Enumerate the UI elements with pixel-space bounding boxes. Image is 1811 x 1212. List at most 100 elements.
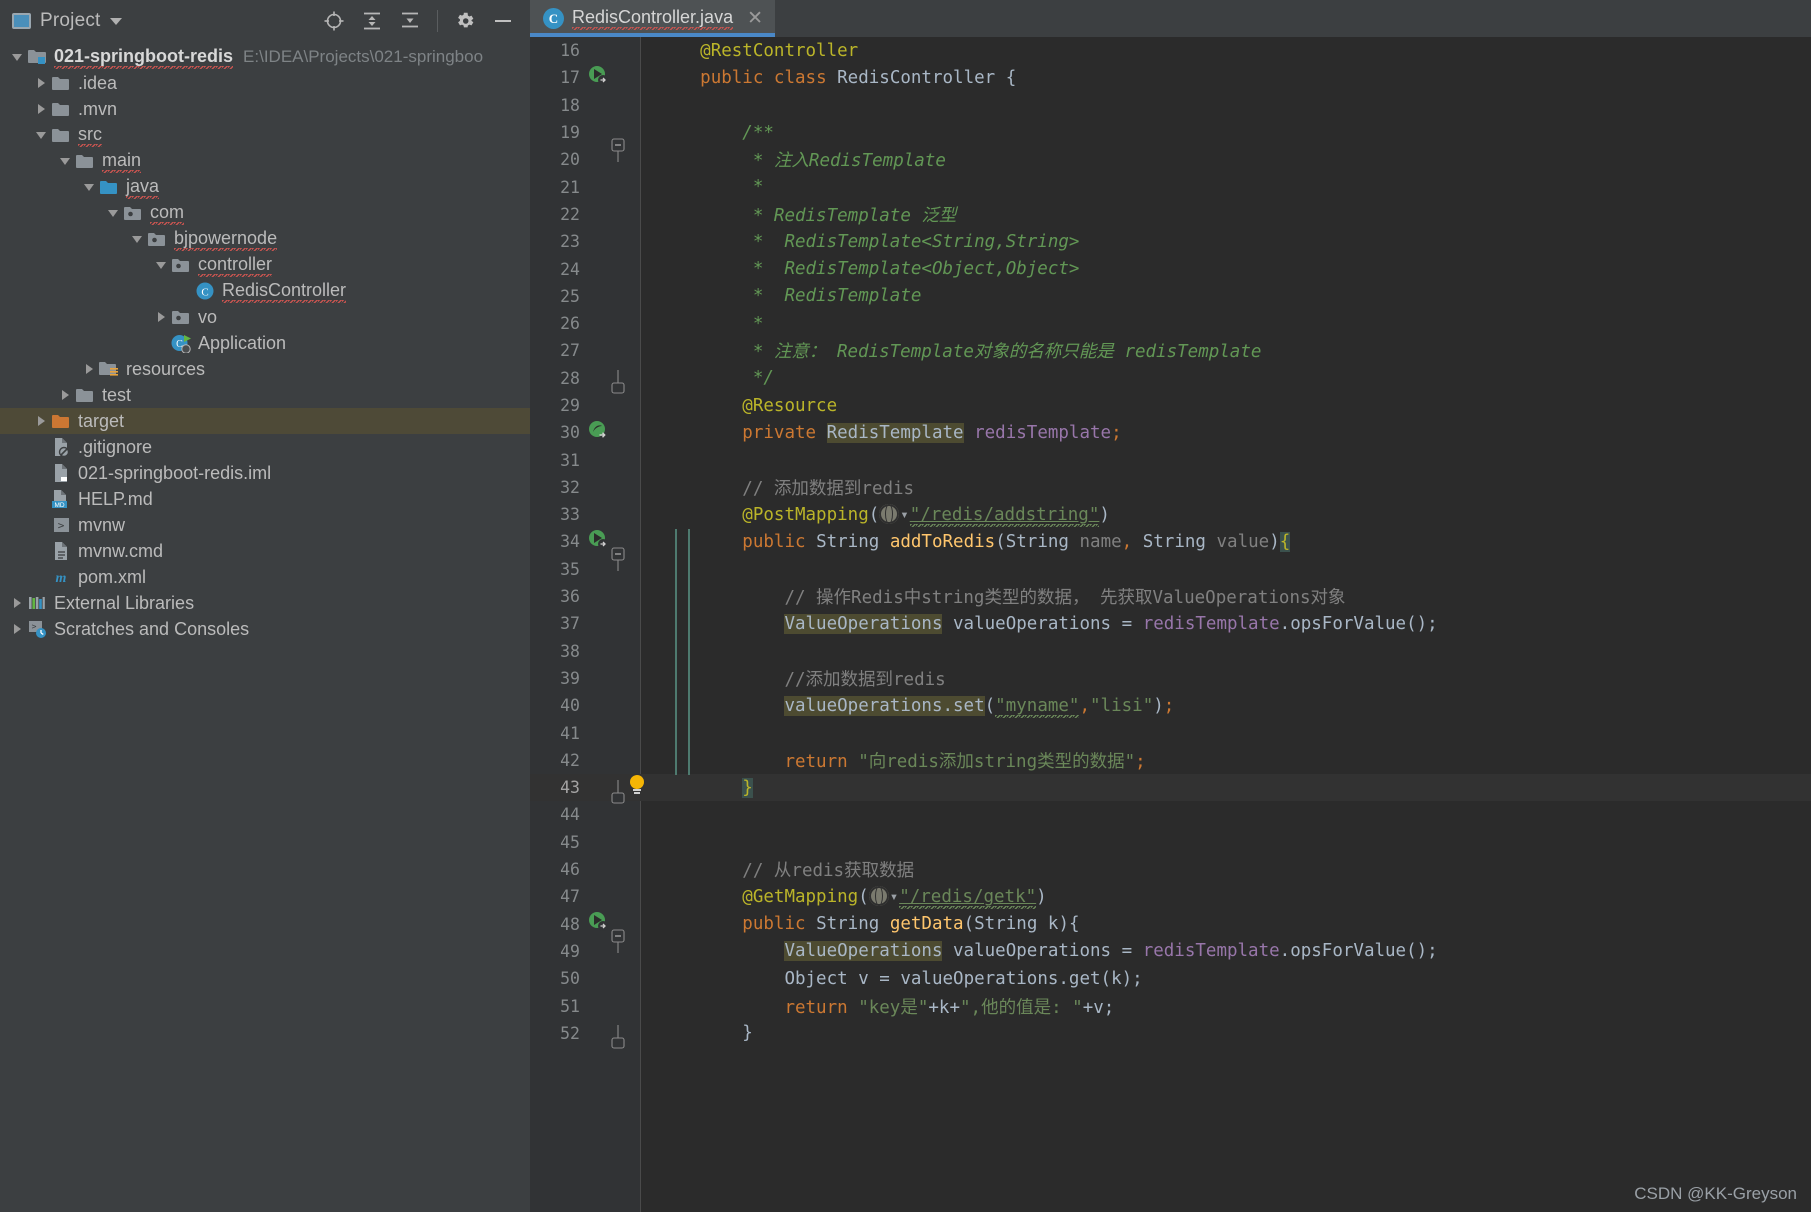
chevron-down-icon[interactable]: [56, 148, 74, 174]
close-icon[interactable]: ✕: [747, 9, 763, 28]
code-text[interactable]: *: [640, 314, 1811, 334]
code-text[interactable]: @GetMapping(▾"/redis/getk"): [640, 886, 1811, 910]
code-line-40[interactable]: 40 valueOperations.set("myname","lisi");: [530, 692, 1811, 719]
tree-item-test[interactable]: test: [0, 382, 530, 408]
tree-item-mvnw[interactable]: > mvnw: [0, 512, 530, 538]
code-viewport[interactable]: 16 @RestController 17 public class RedisC…: [530, 37, 1811, 1212]
project-tree[interactable]: 021-springboot-redis E:\IDEA\Projects\021…: [0, 42, 530, 642]
code-text[interactable]: }: [640, 1023, 1811, 1043]
tree-item-java[interactable]: java: [0, 174, 530, 200]
code-text[interactable]: ValueOperations valueOperations = redisT…: [640, 613, 1811, 634]
chevron-down-icon[interactable]: [128, 226, 146, 252]
code-line-18[interactable]: 18: [530, 92, 1811, 119]
code-text[interactable]: [640, 832, 1811, 852]
code-line-42[interactable]: 42 return "向redis添加string类型的数据";: [530, 747, 1811, 774]
tree-item-target[interactable]: target: [0, 408, 530, 434]
code-line-41[interactable]: 41: [530, 719, 1811, 746]
code-line-16[interactable]: 16 @RestController: [530, 37, 1811, 64]
code-line-23[interactable]: 23 * RedisTemplate<String,String>: [530, 228, 1811, 255]
code-text[interactable]: return "向redis添加string类型的数据";: [640, 748, 1811, 773]
tree-item-pom-xml[interactable]: m pom.xml: [0, 564, 530, 590]
code-content[interactable]: 16 @RestController 17 public class RedisC…: [530, 37, 1811, 1049]
code-line-39[interactable]: 39 //添加数据到redis: [530, 665, 1811, 692]
chevron-right-icon[interactable]: [8, 590, 26, 616]
chevron-down-icon[interactable]: [32, 122, 50, 148]
tree-item-021-springboot-redis-iml[interactable]: 021-springboot-redis.iml: [0, 460, 530, 486]
code-line-27[interactable]: 27 * 注意： RedisTemplate对象的名称只能是 redisTemp…: [530, 337, 1811, 364]
code-text[interactable]: @Resource: [640, 396, 1811, 416]
chevron-right-icon[interactable]: [8, 616, 26, 642]
code-line-47[interactable]: 47 @GetMapping(▾"/redis/getk"): [530, 883, 1811, 910]
spring-bean-gutter-icon[interactable]: [588, 420, 609, 446]
code-line-52[interactable]: 52 }: [530, 1020, 1811, 1049]
code-text[interactable]: * RedisTemplate 泛型: [640, 202, 1811, 227]
code-text[interactable]: /**: [640, 123, 1811, 143]
chevron-right-icon[interactable]: [32, 96, 50, 122]
tree-item-application[interactable]: C Application: [0, 330, 530, 356]
code-text[interactable]: [640, 805, 1811, 825]
code-line-22[interactable]: 22 * RedisTemplate 泛型: [530, 201, 1811, 228]
code-text[interactable]: *: [640, 177, 1811, 197]
tree-item-gitignore[interactable]: .gitignore: [0, 434, 530, 460]
code-text[interactable]: // 添加数据到redis: [640, 475, 1811, 500]
code-text[interactable]: * RedisTemplate: [640, 286, 1811, 306]
tree-item-rediscontroller[interactable]: C RedisController: [0, 278, 530, 304]
code-line-30[interactable]: 30 private RedisTemplate redisTemplate;: [530, 419, 1811, 446]
chevron-right-icon[interactable]: [32, 70, 50, 96]
code-line-51[interactable]: 51 return "key是"+k+",他的值是: "+v;: [530, 992, 1811, 1019]
tree-item-main[interactable]: main: [0, 148, 530, 174]
tree-item-src[interactable]: src: [0, 122, 530, 148]
code-line-45[interactable]: 45: [530, 829, 1811, 856]
code-text[interactable]: * RedisTemplate<String,String>: [640, 232, 1811, 252]
code-line-43[interactable]: 43 }: [530, 774, 1811, 804]
code-line-35[interactable]: 35: [530, 556, 1811, 583]
code-text[interactable]: public String addToRedis(String name, St…: [640, 531, 1811, 552]
code-line-31[interactable]: 31: [530, 446, 1811, 473]
chevron-down-icon[interactable]: [104, 200, 122, 226]
code-text[interactable]: * RedisTemplate<Object,Object>: [640, 259, 1811, 279]
web-endpoint-icon[interactable]: [879, 504, 900, 525]
code-text[interactable]: }: [640, 777, 1811, 798]
code-line-28[interactable]: 28 */: [530, 365, 1811, 394]
tree-item-021-springboot-redis[interactable]: 021-springboot-redis E:\IDEA\Projects\021…: [0, 44, 530, 70]
tree-item-controller[interactable]: controller: [0, 252, 530, 278]
code-text[interactable]: [640, 450, 1811, 470]
tree-item-com[interactable]: com: [0, 200, 530, 226]
code-line-36[interactable]: 36 // 操作Redis中string类型的数据， 先获取ValueOpera…: [530, 583, 1811, 610]
code-text[interactable]: * 注入RedisTemplate: [640, 147, 1811, 172]
code-line-29[interactable]: 29 @Resource: [530, 392, 1811, 419]
code-line-25[interactable]: 25 * RedisTemplate: [530, 283, 1811, 310]
code-text[interactable]: // 操作Redis中string类型的数据， 先获取ValueOperatio…: [640, 584, 1811, 609]
code-line-38[interactable]: 38: [530, 638, 1811, 665]
code-line-26[interactable]: 26 *: [530, 310, 1811, 337]
code-text[interactable]: Object v = valueOperations.get(k);: [640, 969, 1811, 989]
code-line-34[interactable]: 34 public String addToRedis(String name,…: [530, 528, 1811, 571]
code-line-24[interactable]: 24 * RedisTemplate<Object,Object>: [530, 255, 1811, 282]
tree-item-vo[interactable]: vo: [0, 304, 530, 330]
tree-item-help-md[interactable]: MD HELP.md: [0, 486, 530, 512]
collapse-all-icon[interactable]: [399, 10, 421, 32]
editor-tab-redis-controller[interactable]: C RedisController.java ✕: [530, 0, 775, 37]
code-line-32[interactable]: 32 // 添加数据到redis: [530, 474, 1811, 501]
gear-icon[interactable]: [454, 10, 476, 32]
tree-item-mvnw-cmd[interactable]: mvnw.cmd: [0, 538, 530, 564]
tree-item-mvn[interactable]: .mvn: [0, 96, 530, 122]
chevron-down-icon[interactable]: [8, 44, 26, 70]
code-text[interactable]: [640, 723, 1811, 743]
code-line-19[interactable]: 19 /**: [530, 119, 1811, 162]
code-text[interactable]: public class RedisController {: [640, 68, 1811, 88]
code-line-46[interactable]: 46 // 从redis获取数据: [530, 856, 1811, 883]
code-text[interactable]: * 注意： RedisTemplate对象的名称只能是 redisTemplat…: [640, 338, 1811, 363]
chevron-down-icon[interactable]: [80, 174, 98, 200]
chevron-down-icon[interactable]: ▾: [890, 889, 898, 905]
code-text[interactable]: public String getData(String k){: [640, 914, 1811, 934]
run-gutter-icon[interactable]: [588, 529, 609, 555]
code-line-50[interactable]: 50 Object v = valueOperations.get(k);: [530, 965, 1811, 992]
code-text[interactable]: */: [640, 368, 1811, 388]
code-line-37[interactable]: 37 ValueOperations valueOperations = red…: [530, 610, 1811, 637]
tree-item-bjpowernode[interactable]: bjpowernode: [0, 226, 530, 252]
tree-item-scratches-and-consoles[interactable]: > Scratches and Consoles: [0, 616, 530, 642]
code-text[interactable]: // 从redis获取数据: [640, 857, 1811, 882]
project-title-group[interactable]: Project: [12, 10, 122, 32]
code-line-48[interactable]: 48 public String getData(String k){: [530, 911, 1811, 954]
